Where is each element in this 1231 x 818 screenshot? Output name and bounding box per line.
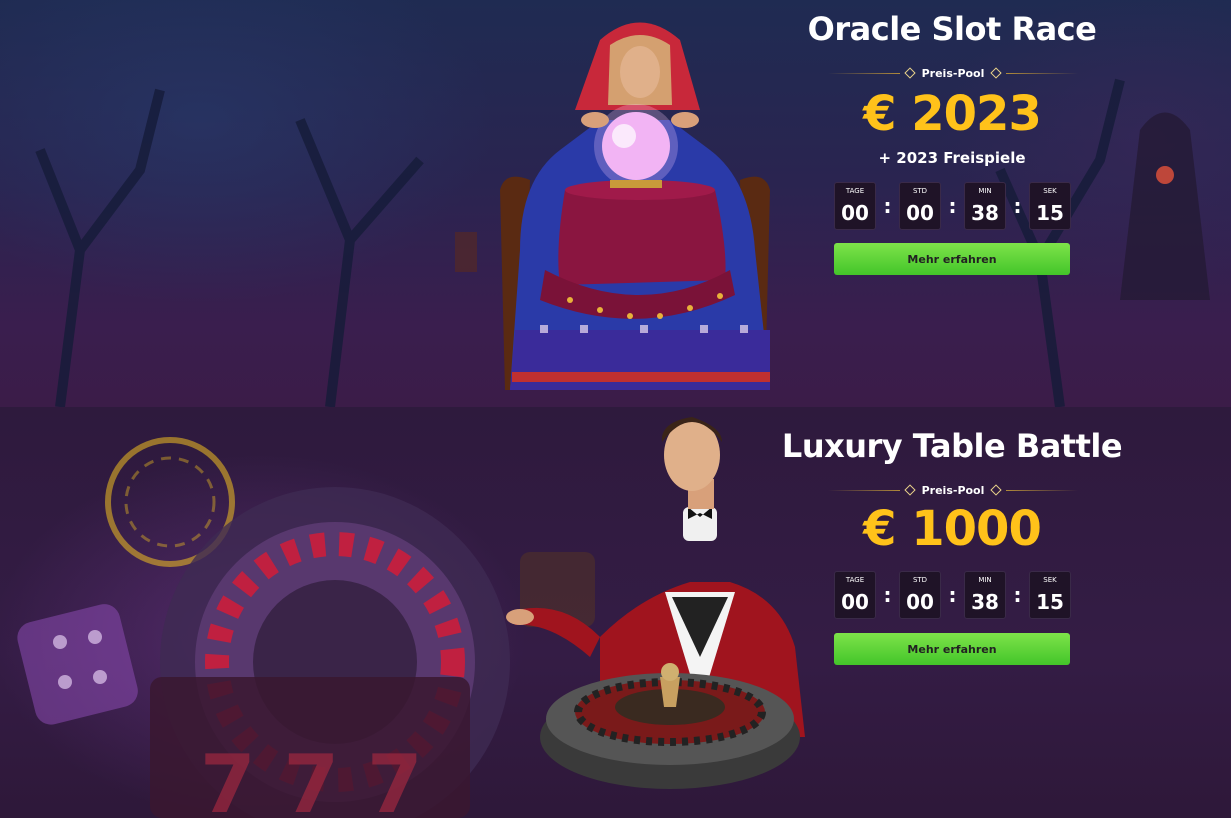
countdown-separator: : — [1013, 194, 1022, 218]
countdown-days: TAGE 00 — [834, 571, 876, 619]
countdown-separator: : — [948, 194, 957, 218]
divider-line — [828, 72, 900, 74]
countdown-value: 00 — [906, 590, 934, 614]
countdown-minutes: MIN 38 — [964, 182, 1006, 230]
countdown-unit: MIN — [978, 576, 992, 584]
countdown-seconds: SEK 15 — [1029, 182, 1071, 230]
divider-line — [1006, 489, 1078, 491]
divider-line — [828, 489, 900, 491]
prize-pool-label: Preis-Pool — [921, 66, 985, 80]
countdown-hours: STD 00 — [899, 182, 941, 230]
prize-pool-label: Preis-Pool — [921, 483, 985, 497]
svg-text:7 7 7: 7 7 7 — [200, 738, 423, 818]
countdown-value: 15 — [1036, 590, 1064, 614]
countdown-unit: SEK — [1043, 187, 1057, 195]
diamond-icon — [990, 484, 1003, 496]
countdown-value: 15 — [1036, 201, 1064, 225]
countdown-unit: SEK — [1043, 576, 1057, 584]
countdown-timer: TAGE 00 : STD 00 : MIN 38 : SEK 15 — [834, 182, 1071, 230]
countdown-unit: STD — [912, 187, 928, 195]
prize-pool-divider: Preis-Pool — [828, 482, 1078, 498]
countdown-separator: : — [1013, 583, 1022, 607]
promo-banner-luxury-table: 7 7 7 Luxury Table Battle Preis-Pool € 1… — [0, 407, 1231, 818]
diamond-icon — [903, 67, 916, 79]
divider-line — [1006, 72, 1078, 74]
diamond-icon — [990, 67, 1003, 79]
prize-pool-divider: Preis-Pool — [828, 65, 1078, 81]
countdown-value: 38 — [971, 590, 999, 614]
prize-amount: € 1000 — [863, 501, 1042, 557]
countdown-value: 00 — [906, 201, 934, 225]
countdown-separator: : — [883, 583, 892, 607]
countdown-value: 00 — [841, 201, 869, 225]
free-spins-text: + 2023 Freispiele — [878, 149, 1026, 167]
countdown-separator: : — [883, 194, 892, 218]
learn-more-button[interactable]: Mehr erfahren — [834, 633, 1070, 665]
countdown-unit: MIN — [978, 187, 992, 195]
countdown-unit: TAGE — [845, 187, 865, 195]
countdown-value: 38 — [971, 201, 999, 225]
promo-title: Oracle Slot Race — [807, 10, 1097, 48]
countdown-days: TAGE 00 — [834, 182, 876, 230]
countdown-hours: STD 00 — [899, 571, 941, 619]
countdown-unit: STD — [912, 576, 928, 584]
promo-title: Luxury Table Battle — [781, 427, 1123, 465]
countdown-minutes: MIN 38 — [964, 571, 1006, 619]
promo-banner-oracle: Oracle Slot Race Preis-Pool € 2023 + 202… — [0, 0, 1231, 407]
countdown-separator: : — [948, 583, 957, 607]
prize-amount: € 2023 — [863, 86, 1042, 142]
countdown-timer: TAGE 00 : STD 00 : MIN 38 : SEK 15 — [834, 571, 1071, 619]
learn-more-button[interactable]: Mehr erfahren — [834, 243, 1070, 275]
countdown-unit: TAGE — [845, 576, 865, 584]
countdown-value: 00 — [841, 590, 869, 614]
diamond-icon — [903, 484, 916, 496]
countdown-seconds: SEK 15 — [1029, 571, 1071, 619]
